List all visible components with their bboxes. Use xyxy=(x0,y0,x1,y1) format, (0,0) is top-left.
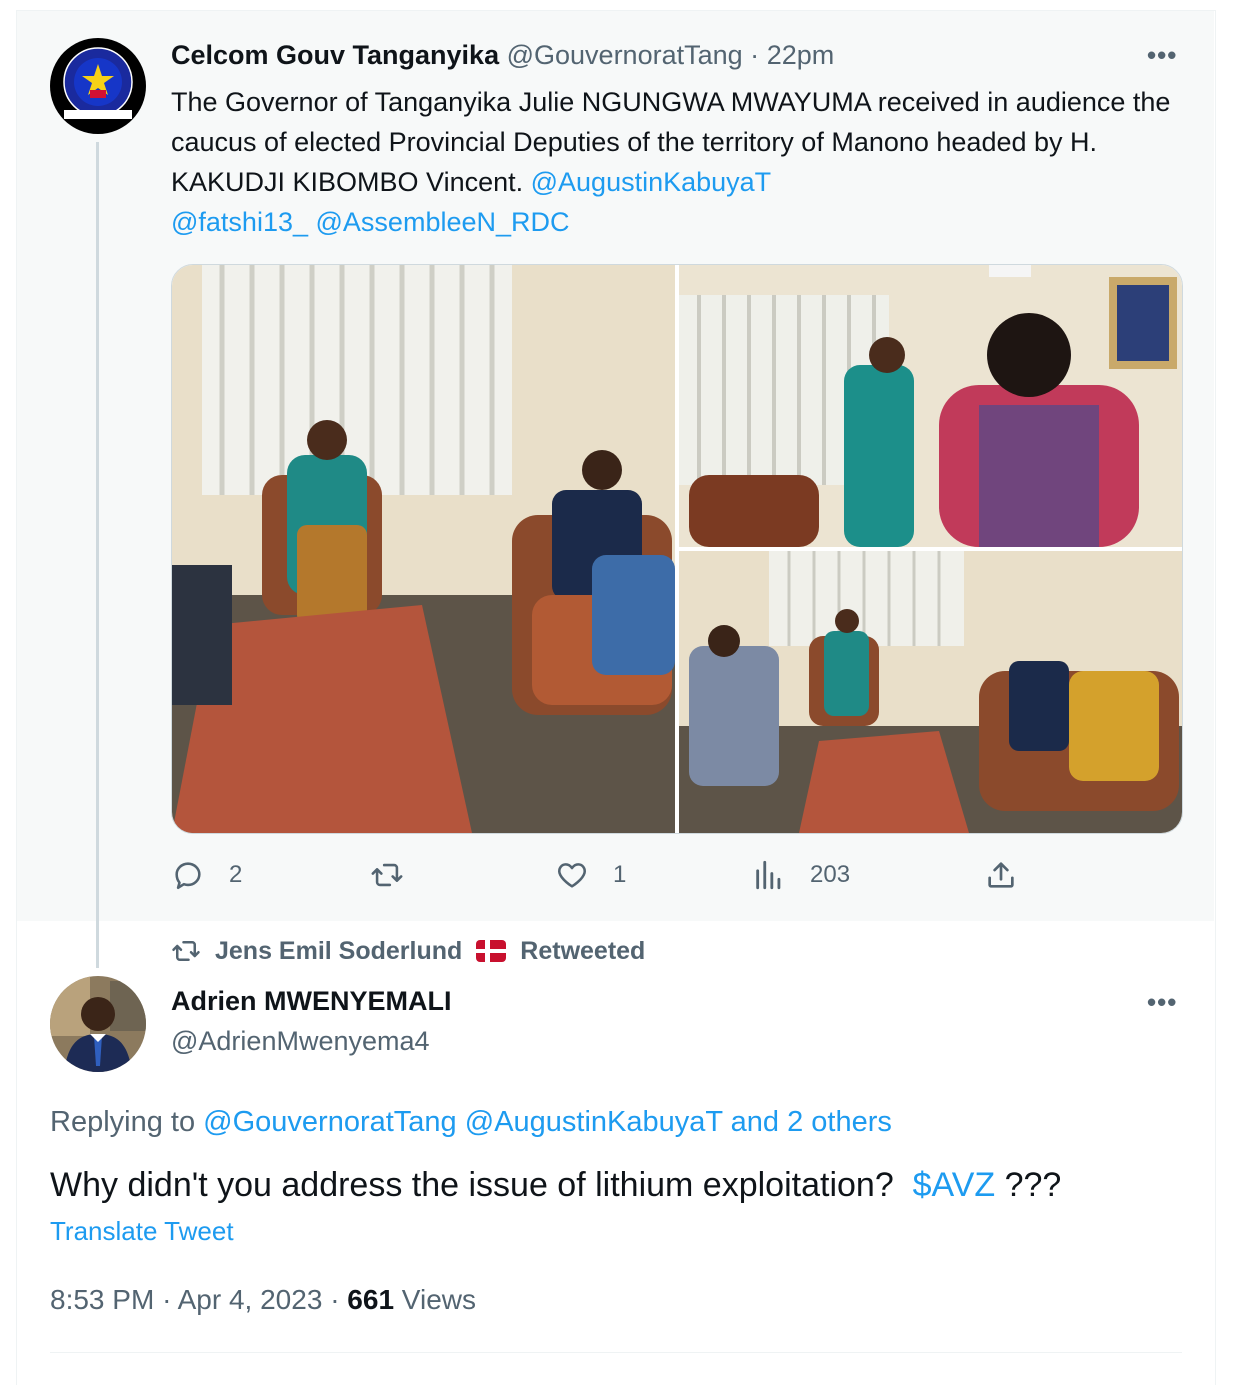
mention-assembleen-rdc[interactable]: @AssembleeN_RDC xyxy=(316,207,570,237)
heart-icon xyxy=(558,863,586,888)
main-text-after: ??? xyxy=(995,1166,1062,1204)
thread-connector-line xyxy=(96,142,99,968)
tweet-time[interactable]: 8:53 PM xyxy=(50,1284,154,1315)
like-button[interactable]: 1 xyxy=(555,858,626,892)
retweeted-banner[interactable]: Jens Emil Soderlund Retweeted xyxy=(171,936,645,966)
share-icon xyxy=(988,862,1014,888)
denmark-flag-icon xyxy=(476,940,507,962)
views-button[interactable]: 203 xyxy=(752,858,850,892)
retweet-button[interactable] xyxy=(370,858,428,892)
photo-handshake[interactable] xyxy=(679,265,1182,547)
main-text-before: Why didn't you address the issue of lith… xyxy=(50,1166,913,1204)
quoted-more-icon[interactable]: ••• xyxy=(1147,40,1177,71)
like-count: 1 xyxy=(613,861,627,888)
photo-meeting-room-2[interactable] xyxy=(679,551,1182,833)
reply-count: 2 xyxy=(229,861,243,888)
tweet-date[interactable]: Apr 4, 2023 xyxy=(178,1284,323,1315)
cashtag-avz[interactable]: $AVZ xyxy=(913,1166,996,1204)
main-display-name-row: Adrien MWENYEMALI xyxy=(171,986,452,1017)
views-number: 661 xyxy=(347,1284,395,1315)
quoted-action-bar: 2 1 203 xyxy=(0,858,1239,902)
replying-to-line: Replying to @GouvernoratTang @AugustinKa… xyxy=(50,1106,892,1139)
meta-dot: · xyxy=(162,1284,172,1315)
main-more-icon[interactable]: ••• xyxy=(1147,987,1177,1018)
retweeter-name[interactable]: Jens Emil Soderlund xyxy=(215,937,462,966)
quoted-display-name[interactable]: Celcom Gouv Tanganyika xyxy=(171,40,499,70)
photo-meeting-room-1[interactable] xyxy=(172,265,675,833)
share-button[interactable] xyxy=(984,858,1018,892)
retweet-small-icon xyxy=(172,941,200,961)
tweet-meta: 8:53 PM · Apr 4, 2023 · 661 Views xyxy=(50,1284,476,1316)
quoted-tweet-header: Celcom Gouv Tanganyika @GouvernoratTang … xyxy=(171,40,834,71)
replying-to-prefix: Replying to xyxy=(50,1106,204,1138)
adrien-avatar[interactable] xyxy=(50,976,146,1072)
mention-augustinkabuyat[interactable]: @AugustinKabuyaT xyxy=(531,167,772,197)
quoted-time[interactable]: 22pm xyxy=(767,40,835,70)
reply-button[interactable]: 2 xyxy=(171,858,242,892)
reply-mention-gouvernorattang[interactable]: @GouvernoratTang xyxy=(203,1106,457,1138)
analytics-icon xyxy=(756,860,781,890)
quoted-handle[interactable]: @GouvernoratTang xyxy=(507,40,743,70)
views-count: 203 xyxy=(810,861,851,888)
retweeted-label: Retweeted xyxy=(520,936,646,965)
bottom-divider xyxy=(50,1352,1182,1353)
reply-icon xyxy=(175,862,201,890)
meta-dot-2: · xyxy=(330,1284,340,1315)
main-handle[interactable]: @AdrienMwenyema4 xyxy=(171,1026,430,1057)
reply-others-link[interactable]: and 2 others xyxy=(731,1106,892,1138)
quoted-tweet-text: The Governor of Tanganyika Julie NGUNGWA… xyxy=(171,82,1171,242)
retweet-icon xyxy=(371,863,403,887)
celcom-avatar[interactable] xyxy=(50,38,146,134)
views-label: Views xyxy=(401,1284,476,1315)
main-tweet-text: Why didn't you address the issue of lith… xyxy=(50,1166,1061,1205)
translate-tweet-link[interactable]: Translate Tweet xyxy=(50,1216,234,1247)
header-separator: · xyxy=(750,40,760,70)
media-grid xyxy=(171,264,1183,834)
reply-mention-augustinkabuyat[interactable]: @AugustinKabuyaT xyxy=(465,1106,723,1138)
mention-fatshi13[interactable]: @fatshi13_ xyxy=(171,207,308,237)
main-display-name[interactable]: Adrien MWENYEMALI xyxy=(171,986,452,1016)
